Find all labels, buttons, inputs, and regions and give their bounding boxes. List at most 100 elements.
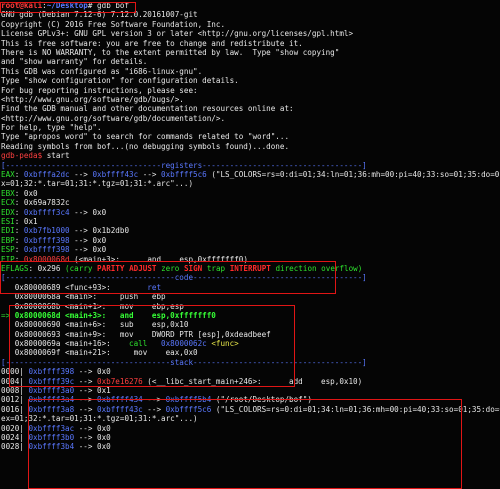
stack-offset: 0000|	[1, 367, 24, 377]
stack-header: [------------------------------------sta…	[1, 357, 367, 367]
stack-arrow: -->	[74, 423, 98, 433]
code-address: 0x8000069a	[14, 339, 61, 349]
code-line: 0x80000690 <main+6>: sub esp,0x10	[1, 320, 500, 329]
stack-value: 0x0	[97, 367, 111, 377]
stack-line: 0004| 0xbffff39c --> 0xb7e16276 (<__libc…	[1, 377, 500, 386]
banner-line: There is NO WARRANTY, to the extent perm…	[1, 47, 340, 57]
stack-address: 0xbffff3a8	[28, 404, 75, 414]
register-eip: EIP: 0x8000068d (<main+3>: and esp,0xfff…	[1, 254, 248, 264]
code-line: 0x80000689 <func+93>: ret	[1, 283, 500, 292]
banner-line: For help, type "help".	[1, 123, 102, 133]
register-eflags: EFLAGS: 0x296 (carry PARITY ADJUST zero …	[1, 263, 363, 273]
banner-line: This is free software: you are free to c…	[1, 38, 303, 48]
stack-address: 0xbffff398	[28, 367, 75, 377]
code-target-symbol: <func>	[206, 339, 239, 349]
shell-command: gdb bof	[97, 1, 130, 10]
code-arrow	[1, 320, 15, 329]
code-arrow	[1, 348, 15, 357]
code-arrow	[1, 302, 15, 311]
stack-offset: 0016|	[1, 404, 24, 414]
reg-pointer: 0xbffff43c	[92, 170, 139, 180]
code-line: 0x8000069f <main+21>: mov eax,0x0	[1, 348, 500, 357]
stack-instruction: add esp,0x10)	[261, 376, 363, 386]
prompt-user: root@kali	[1, 1, 43, 10]
banner-line: <http://www.gnu.org/software/gdb/documen…	[1, 113, 226, 123]
reg-value: 0x1	[23, 216, 38, 226]
stack-arrow: -->	[74, 376, 98, 386]
stack-offset: 0028|	[1, 442, 24, 452]
code-symbol: <main+3>:	[60, 310, 120, 320]
code-symbol: <main+6>:	[60, 320, 120, 330]
stack-offset: 0020|	[1, 423, 24, 433]
reg-name: EFLAGS	[1, 263, 29, 273]
code-symbol: <main+21>:	[60, 348, 120, 358]
code-arrow: =>	[1, 310, 15, 320]
stack-arrow: -->	[74, 386, 98, 396]
terminal-window[interactable]: root@kali:~/Desktop# gdb bof GNU gdb (De…	[1, 1, 500, 489]
stack-listing: 0000| 0xbffff398 --> 0x0 0004| 0xbffff39c…	[1, 367, 500, 452]
reg-name: EBX	[1, 188, 15, 198]
banner-line: Find the GDB manual and other documentat…	[1, 104, 294, 114]
stack-offset: 0008|	[1, 386, 24, 396]
flag: carry	[69, 263, 93, 273]
shell-prompt-line: root@kali:~/Desktop# gdb bof	[1, 1, 500, 10]
stack-address: 0xbffff3a4	[28, 395, 75, 405]
stack-arrow: -->	[142, 395, 166, 405]
register-edx: EDX: 0xbffff3c4 --> 0x0	[1, 207, 107, 217]
register-esi: ESI: 0x1	[1, 216, 38, 226]
code-address: 0x8000068b	[14, 301, 61, 311]
flag: overflow	[321, 263, 358, 273]
reg-pointer: 0x0	[92, 207, 107, 217]
banner-line: <http://www.gnu.org/software/gdb/bugs/>.	[1, 94, 184, 104]
stack-offset: 0024|	[1, 432, 24, 442]
stack-value: 0x1	[97, 386, 111, 396]
reg-value: 0xb7fb1000	[23, 226, 70, 236]
banner-line: Type "show configuration" for configurat…	[1, 76, 239, 86]
stack-address: 0xbffff3b4	[28, 442, 75, 452]
stack-line-wrap: ex=01;32:*.tar=01;31:*.tgz=01;31:*.arc".…	[1, 414, 198, 424]
code-arrow	[1, 339, 15, 348]
registers-header: [----------------------------------regis…	[1, 160, 367, 170]
code-instruction: mov ebp,esp	[119, 301, 184, 311]
code-instruction: call	[119, 339, 162, 349]
code-instruction: and esp,0xfffffff0	[119, 310, 216, 320]
code-address: 0x80000690	[14, 320, 61, 330]
code-arrow	[1, 330, 15, 339]
reg-pointer: 0xbffff5c6	[161, 170, 207, 180]
gdb-peda-prompt: gdb-peda$	[1, 151, 47, 161]
stack-value: 0x0	[97, 442, 111, 452]
code-address: 0x80000689	[14, 282, 61, 292]
code-address: 0x8000068d	[14, 310, 61, 320]
stack-arrow: -->	[142, 404, 166, 414]
reg-value: 0x8000068d	[23, 254, 70, 264]
register-ebp: EBP: 0xbffff398 --> 0x0	[1, 235, 107, 245]
stack-string: ("/root/Desktop/bof")	[211, 395, 312, 405]
register-edi: EDI: 0xb7fb1000 --> 0x1b2db0	[1, 226, 130, 236]
register-esp: ESP: 0xbffff398 --> 0x0	[1, 245, 107, 255]
code-line: 0x80000693 <main+9>: mov DWORD PTR [esp]…	[1, 330, 500, 339]
stack-line: 0008| 0xbffff3a0 --> 0x1	[1, 386, 500, 395]
stack-line: 0028| 0xbffff3b4 --> 0x0	[1, 442, 500, 451]
stack-value: 0xbffff5c6	[165, 404, 212, 414]
reg-value: 0xbffff398	[23, 235, 70, 245]
stack-line: 0020| 0xbffff3ac --> 0x0	[1, 424, 500, 433]
stack-line: 0024| 0xbffff3b0 --> 0x0	[1, 433, 500, 442]
code-header: [-------------------------------------co…	[1, 273, 367, 283]
code-symbol: <main>:	[60, 292, 120, 302]
reg-string: ("LS_COLORS=rs=0:di=01;34:ln=01;36:mh=00…	[211, 170, 500, 180]
reg-pointer: 0x1b2db0	[92, 226, 130, 236]
stack-offset: 0004|	[1, 376, 24, 386]
code-address: 0x8000069f	[14, 348, 61, 358]
code-symbol: <main+9>:	[60, 329, 120, 339]
code-address: 0x8000068a	[14, 292, 61, 302]
code-instruction: sub esp,0x10	[119, 320, 189, 330]
prompt-symbol: #	[87, 1, 98, 10]
reg-name: EAX	[1, 170, 15, 180]
stack-value: 0xb7e16276	[97, 376, 143, 386]
reg-value: 0xbffff3c4	[23, 207, 70, 217]
reg-name: ESI	[1, 216, 15, 226]
stack-arrow: -->	[74, 404, 98, 414]
code-arrow	[1, 292, 15, 301]
code-instruction: push ebp	[119, 292, 166, 302]
code-address: 0x80000693	[14, 329, 61, 339]
